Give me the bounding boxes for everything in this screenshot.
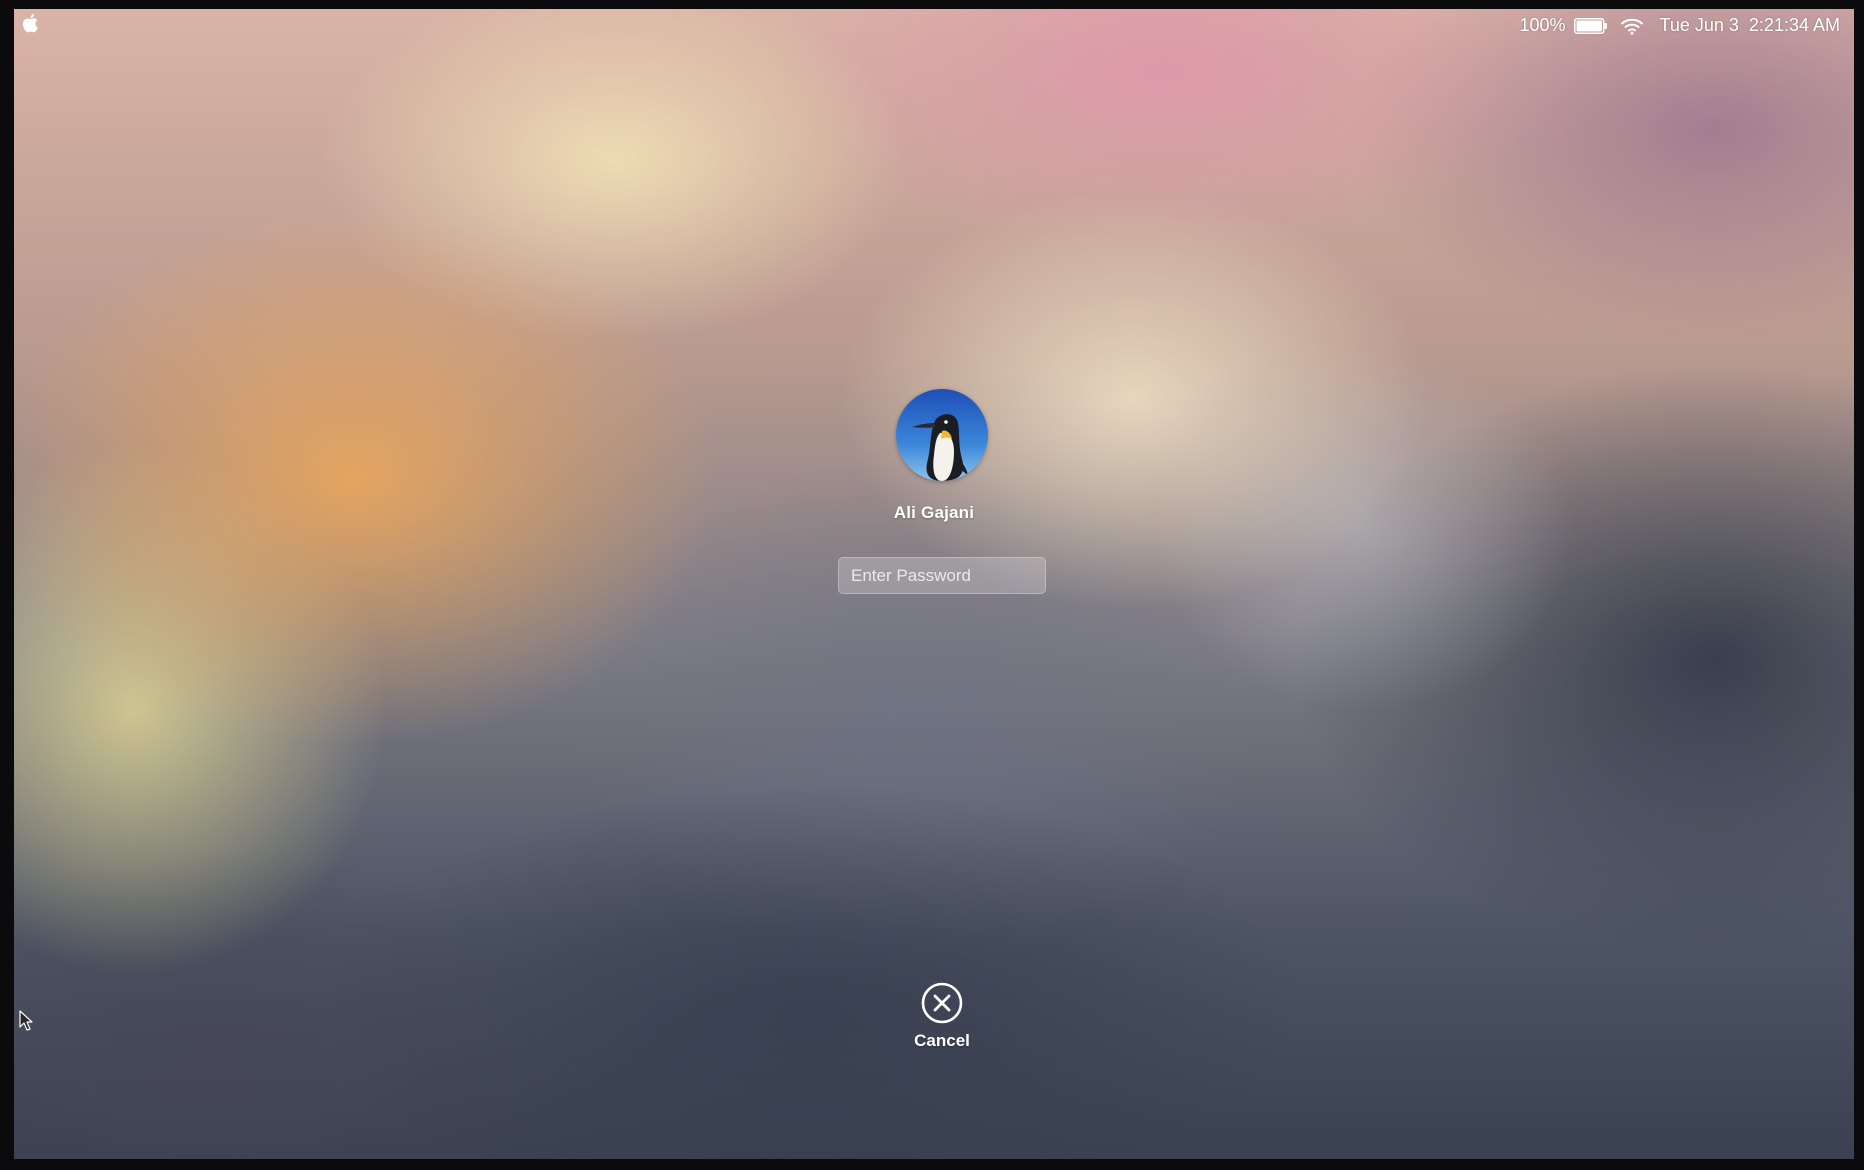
menu-bar: 100% Tue Jun 3 2:21:34 AM — [14, 9, 1854, 39]
clock-time[interactable]: 2:21:34 AM — [1749, 15, 1840, 36]
penguin-avatar-icon — [896, 389, 988, 481]
clock-date[interactable]: Tue Jun 3 — [1660, 15, 1739, 36]
status-area: 100% Tue Jun 3 2:21:34 AM — [1519, 15, 1840, 36]
cancel-button[interactable]: Cancel — [884, 981, 1000, 1061]
mouse-pointer-icon — [19, 1010, 33, 1031]
password-input[interactable] — [838, 557, 1046, 594]
user-name: Ali Gajani — [893, 503, 975, 522]
close-circle-icon[interactable] — [920, 981, 964, 1025]
user-avatar[interactable] — [896, 389, 988, 481]
wifi-icon[interactable] — [1620, 17, 1644, 35]
battery-icon[interactable] — [1573, 17, 1608, 34]
lock-screen: 100% Tue Jun 3 2:21:34 AM Ali Gajani Can… — [14, 9, 1854, 1159]
battery-percentage[interactable]: 100% — [1519, 15, 1565, 36]
cancel-label: Cancel — [914, 1031, 970, 1050]
apple-icon[interactable] — [20, 11, 42, 35]
battery-fill — [1576, 20, 1602, 31]
